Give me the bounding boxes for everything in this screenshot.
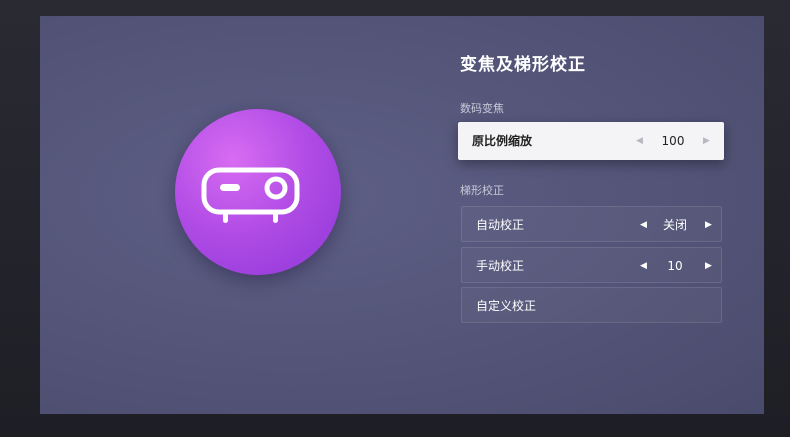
projector-icon — [201, 167, 300, 223]
projector-icon-badge — [175, 109, 341, 275]
setting-value: 100 — [661, 134, 685, 148]
page-title: 变焦及梯形校正 — [460, 55, 586, 75]
arrow-right-icon[interactable]: ▶ — [703, 122, 710, 160]
setting-row-label: 手动校正 — [476, 259, 525, 273]
arrow-left-icon[interactable]: ◀ — [640, 207, 647, 243]
setting-row-label: 自动校正 — [476, 218, 525, 232]
setting-value: 10 — [667, 259, 683, 273]
setting-row-manual-correction[interactable]: 手动校正 ◀ 10 ▶ — [461, 247, 722, 283]
arrow-left-icon[interactable]: ◀ — [636, 122, 643, 160]
arrow-left-icon[interactable]: ◀ — [640, 248, 647, 284]
setting-row-auto-correction[interactable]: 自动校正 ◀ 关闭 ▶ — [461, 206, 722, 242]
settings-screen: 变焦及梯形校正 数码变焦 原比例缩放 ◀ 100 ▶ 梯形校正 自动校正 ◀ 关… — [40, 16, 764, 414]
setting-row-label: 原比例缩放 — [472, 134, 533, 148]
section-label-digital-zoom: 数码变焦 — [460, 102, 504, 115]
arrow-right-icon[interactable]: ▶ — [705, 248, 712, 284]
setting-row-zoom-ratio[interactable]: 原比例缩放 ◀ 100 ▶ — [458, 122, 724, 160]
setting-row-label: 自定义校正 — [476, 299, 537, 313]
setting-row-custom-correction[interactable]: 自定义校正 — [461, 287, 722, 323]
arrow-right-icon[interactable]: ▶ — [705, 207, 712, 243]
setting-value: 关闭 — [662, 218, 687, 232]
tv-frame: 变焦及梯形校正 数码变焦 原比例缩放 ◀ 100 ▶ 梯形校正 自动校正 ◀ 关… — [0, 0, 790, 437]
section-label-keystone: 梯形校正 — [460, 184, 504, 197]
